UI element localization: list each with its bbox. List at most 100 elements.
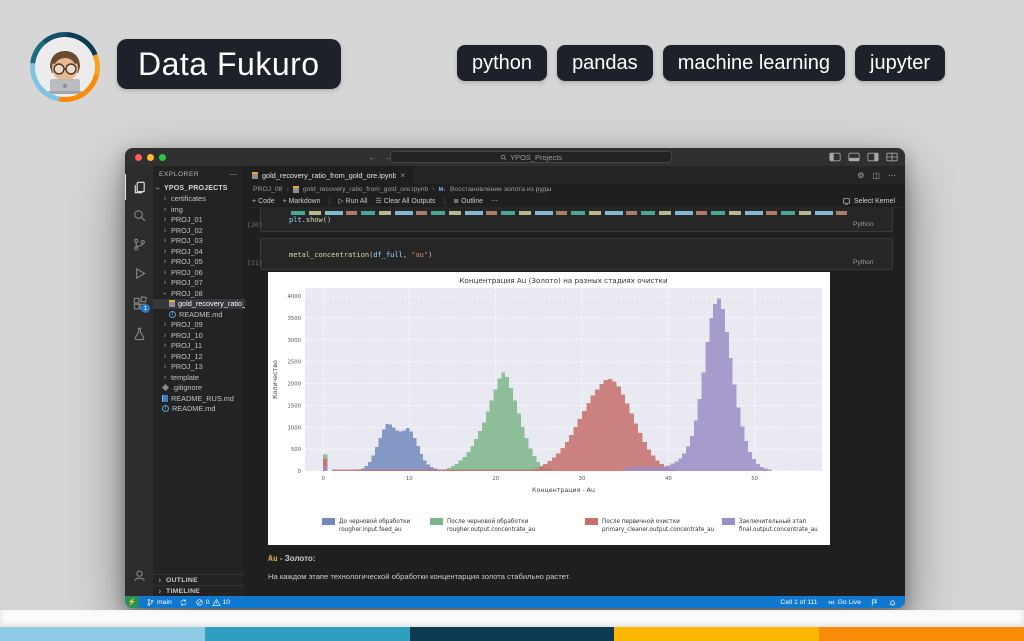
tag-pandas[interactable]: pandas (557, 45, 653, 81)
footer-color-segment-2 (410, 627, 615, 641)
tree-item-PROJ_04[interactable]: ›PROJ_04 (153, 246, 245, 257)
search-sidebar-icon[interactable] (125, 202, 153, 228)
tree-item-PROJ_06[interactable]: ›PROJ_06 (153, 267, 245, 278)
source-control-icon[interactable] (125, 231, 153, 257)
notifications-button[interactable] (888, 598, 897, 607)
tree-item-README_RUS.md[interactable]: README_RUS.md (153, 393, 245, 404)
tree-item-label: certificates (171, 194, 206, 203)
tree-item-gold_recovery_ratio_fro...[interactable]: gold_recovery_ratio_fro... (153, 299, 245, 310)
breadcrumb-item-1[interactable]: gold_recovery_ratio_from_gold_ore.ipynb (303, 186, 428, 193)
tree-item-label: README.md (172, 404, 215, 413)
editor-more-actions-icon[interactable]: ⋯ (888, 171, 896, 180)
execution-count: [20] (247, 221, 263, 229)
toolbar-clear-all-outputs-button[interactable]: ☰Clear All Outputs (376, 197, 436, 205)
timeline-label: TIMELINE (166, 588, 200, 595)
sync-button[interactable] (179, 598, 188, 607)
cell-language-label[interactable]: Python (853, 259, 874, 266)
tree-root-label: YPOS_PROJECTS (164, 185, 228, 192)
tree-item-.gitignore[interactable]: .gitignore (153, 383, 245, 394)
tree-item-PROJ_01[interactable]: ›PROJ_01 (153, 215, 245, 226)
maximize-window-button[interactable] (159, 154, 166, 161)
outline-section[interactable]: › OUTLINE (153, 574, 245, 585)
avatar (30, 32, 100, 102)
testing-icon[interactable] (125, 320, 153, 346)
tab-bar: gold_recovery_ratio_from_gold_ore.ipynb … (245, 166, 905, 184)
tree-item-PROJ_12[interactable]: ›PROJ_12 (153, 351, 245, 362)
markdown-term-rest: - Золото: (278, 554, 316, 563)
outline-label: OUTLINE (166, 577, 198, 584)
problems-indicator[interactable]: 0 10 (195, 598, 230, 607)
tree-item-img[interactable]: ›img (153, 204, 245, 215)
customize-layout-icon[interactable] (886, 152, 898, 162)
plus-icon: + (252, 198, 256, 205)
chart-text: 10 (406, 476, 413, 482)
cell-position-indicator[interactable]: Cell 1 of 111 (780, 599, 817, 606)
chart-text: 40 (665, 476, 672, 482)
vscode-window: ← → YPOS_Projects 1 (125, 148, 905, 608)
chevron-icon: › (162, 246, 168, 255)
editor-settings-gear-icon[interactable]: ⚙ (857, 171, 864, 180)
split-editor-icon[interactable]: ◫ (872, 171, 880, 180)
accounts-icon[interactable] (125, 562, 153, 588)
tree-item-PROJ_11[interactable]: ›PROJ_11 (153, 341, 245, 352)
run-debug-icon[interactable] (125, 260, 153, 286)
code-line-obscured (291, 211, 851, 215)
bell-icon (888, 598, 897, 607)
tag-machine-learning[interactable]: machine learning (663, 45, 845, 81)
code-cell-20[interactable]: plt.show() (260, 207, 893, 232)
code-token: plt (289, 216, 302, 224)
remote-indicator-icon[interactable]: ⚡ (125, 596, 139, 608)
back-icon[interactable]: ← (368, 152, 377, 162)
tree-item-template[interactable]: ›template (153, 372, 245, 383)
timeline-section[interactable]: › TIMELINE (153, 585, 245, 596)
chevron-icon: › (162, 372, 168, 381)
tree-root[interactable]: › YPOS_PROJECTS (153, 183, 245, 194)
code-line[interactable]: metal_concentration(df_full, "au") (289, 251, 432, 259)
tree-item-certificates[interactable]: ›certificates (153, 194, 245, 205)
git-branch[interactable]: main (146, 598, 172, 607)
breadcrumb-item-0[interactable]: PROJ_08 (253, 186, 282, 193)
breadcrumb[interactable]: PROJ_08 › gold_recovery_ratio_from_gold_or… (245, 184, 905, 195)
toggle-panel-icon[interactable] (848, 152, 860, 162)
chart-text: rougher.output.concentrate_au (447, 527, 536, 533)
toggle-secondary-sidebar-icon[interactable] (867, 152, 879, 162)
tag-jupyter[interactable]: jupyter (855, 45, 945, 81)
tree-item-PROJ_08[interactable]: ›PROJ_08 (153, 288, 245, 299)
tab-notebook[interactable]: gold_recovery_ratio_from_gold_ore.ipynb … (245, 166, 413, 184)
cell-language-label[interactable]: Python (853, 221, 874, 228)
chart-text: После первичной очистки (602, 518, 680, 525)
extensions-icon[interactable]: 1 (125, 290, 153, 316)
tree-item-PROJ_03[interactable]: ›PROJ_03 (153, 236, 245, 247)
minimize-window-button[interactable] (147, 154, 154, 161)
command-center-search[interactable]: YPOS_Projects (390, 151, 672, 163)
explorer-icon[interactable] (125, 174, 153, 200)
code-line[interactable]: plt.show() (289, 216, 331, 224)
tree-item-PROJ_10[interactable]: ›PROJ_10 (153, 330, 245, 341)
tree-item-PROJ_05[interactable]: ›PROJ_05 (153, 257, 245, 268)
tree-item-README.md[interactable]: iREADME.md (153, 309, 245, 320)
close-window-button[interactable] (135, 154, 142, 161)
toolbar-more-button[interactable]: ⋯ (491, 197, 498, 205)
tree-item-PROJ_07[interactable]: ›PROJ_07 (153, 278, 245, 289)
feedback-button[interactable] (870, 598, 879, 607)
chart-text: Количество (272, 360, 279, 399)
toolbar-run-all-button[interactable]: ▷Run All (338, 197, 367, 205)
go-live-button[interactable]: Go Live (827, 598, 861, 607)
tree-item-README.md[interactable]: iREADME.md (153, 404, 245, 415)
tree-item-PROJ_09[interactable]: ›PROJ_09 (153, 320, 245, 331)
select-kernel-button[interactable]: Select Kernel (842, 197, 905, 206)
tree-item-PROJ_13[interactable]: ›PROJ_13 (153, 362, 245, 373)
code-cell-21[interactable]: metal_concentration(df_full, "au") (260, 238, 893, 270)
toolbar-code-button[interactable]: +Code (252, 198, 275, 205)
breadcrumb-separator: › (286, 186, 288, 193)
tree-item-PROJ_02[interactable]: ›PROJ_02 (153, 225, 245, 236)
toolbar-markdown-button[interactable]: +Markdown (283, 198, 321, 205)
brand-title: Data Fukuro (117, 39, 341, 89)
chart-text: Концентрация Au (Золото) на разных стади… (459, 276, 668, 285)
tag-python[interactable]: python (457, 45, 547, 81)
breadcrumb-item-2[interactable]: Восстановление золота из руды (450, 186, 551, 193)
tab-close-icon[interactable]: × (400, 171, 405, 180)
toolbar-outline-button[interactable]: ≣Outline (453, 197, 483, 205)
explorer-more-icon[interactable]: ⋯ (229, 170, 238, 179)
toggle-sidebar-icon[interactable] (829, 152, 841, 162)
